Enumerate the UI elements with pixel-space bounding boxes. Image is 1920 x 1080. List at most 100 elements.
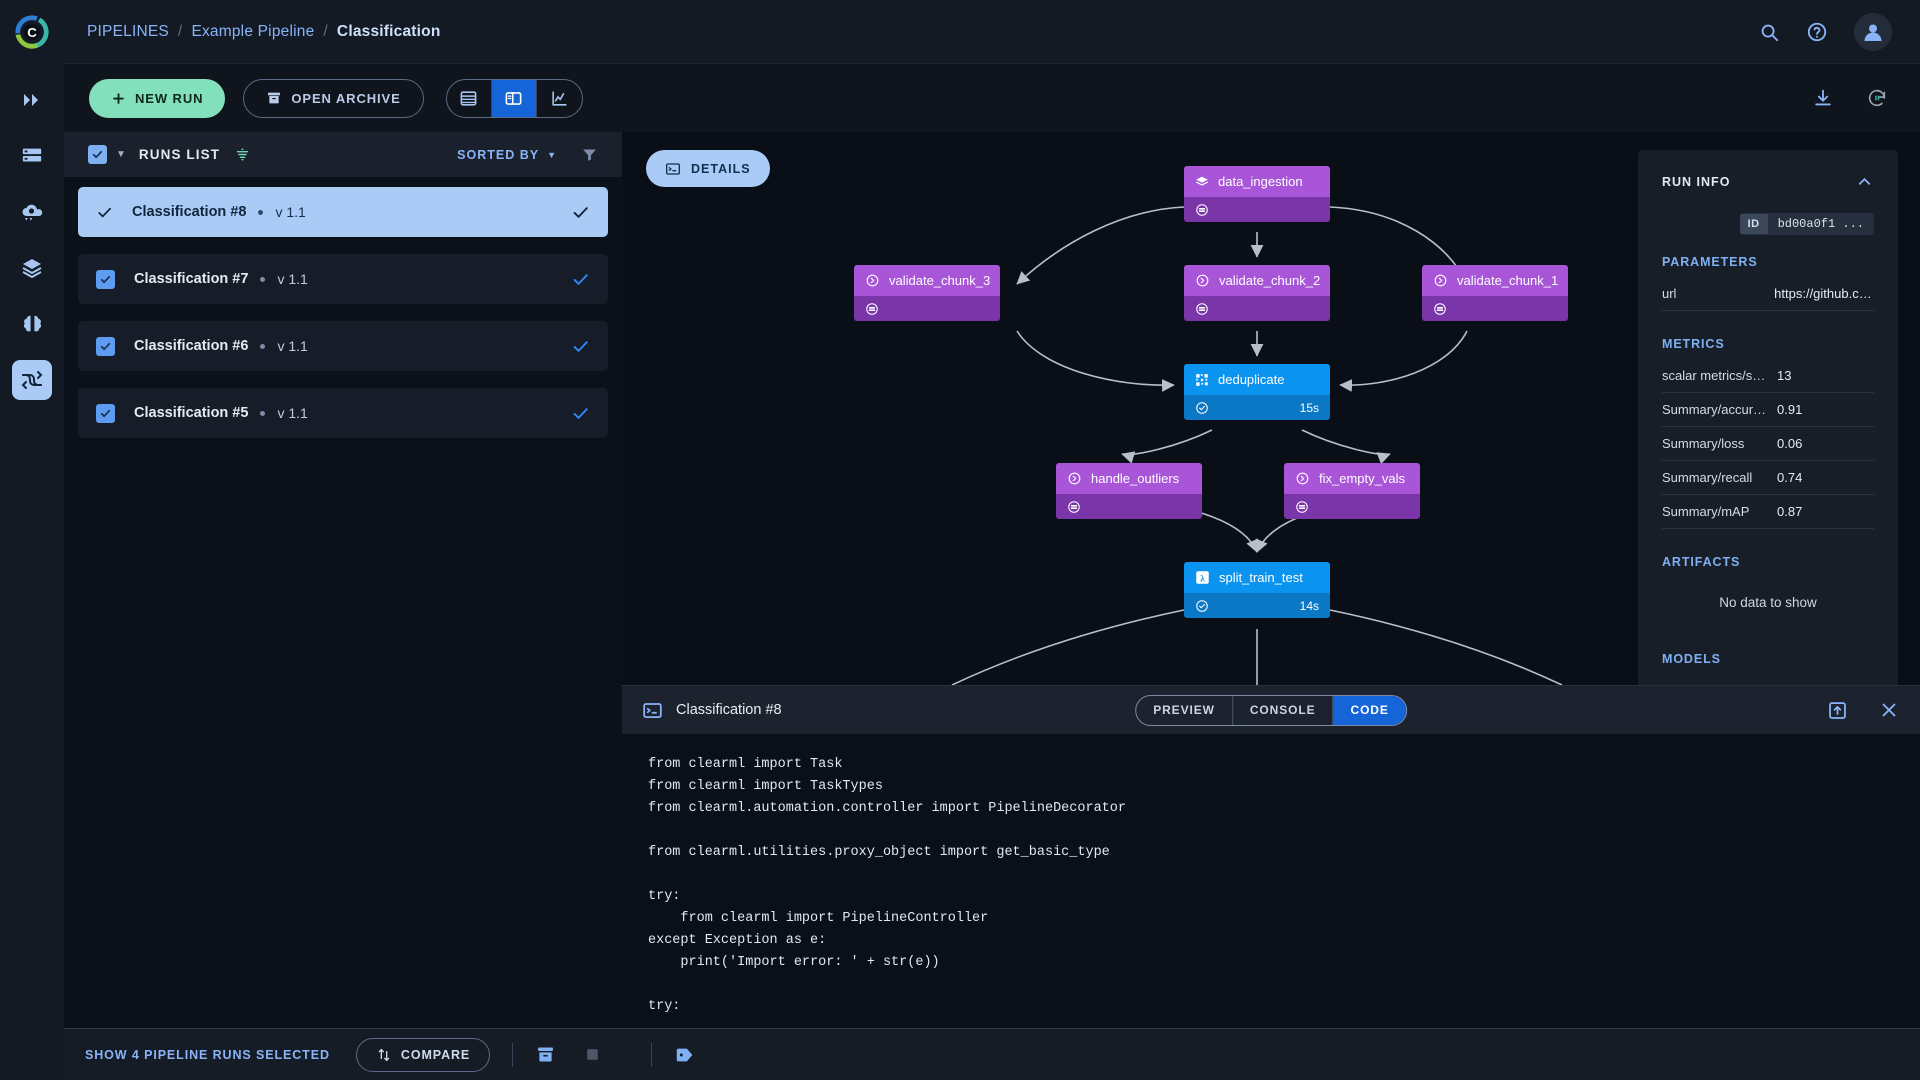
pipeline-node[interactable]: data_ingestion	[1184, 166, 1330, 222]
run-id-chip[interactable]: ID bd00a0f1 ...	[1739, 213, 1874, 235]
search-icon[interactable]	[1758, 21, 1780, 43]
abort-icon[interactable]	[582, 1044, 603, 1065]
clearml-logo[interactable]: C	[0, 0, 64, 64]
code-tab-console[interactable]: CONSOLE	[1233, 695, 1334, 725]
pipeline-node[interactable]: validate_chunk_3	[854, 265, 1000, 321]
run-separator-dot	[260, 410, 266, 416]
download-icon[interactable]	[1812, 87, 1834, 109]
run-checkbox[interactable]	[96, 336, 115, 356]
dataset-icon	[1195, 175, 1209, 189]
help-icon[interactable]	[1806, 21, 1828, 43]
auto-refresh-icon[interactable]	[1866, 87, 1888, 109]
breadcrumb-example-pipeline[interactable]: Example Pipeline	[191, 23, 314, 41]
node-footer	[1184, 296, 1330, 321]
split-view-button[interactable]	[491, 79, 537, 117]
sidebar-item-ai[interactable]	[12, 304, 52, 344]
sorted-by-label: SORTED BY	[457, 147, 540, 162]
node-status-icon	[1067, 500, 1081, 514]
code-tab-preview[interactable]: PREVIEW	[1136, 695, 1233, 725]
brain-icon	[21, 313, 44, 336]
open-archive-button[interactable]: OPEN ARCHIVE	[243, 78, 424, 118]
run-version: v 1.1	[275, 204, 306, 220]
code-content[interactable]: from clearml import Task from clearml im…	[622, 734, 1920, 1029]
selected-runs-label[interactable]: SHOW 4 PIPELINE RUNS SELECTED	[85, 1048, 330, 1062]
archive-box-icon	[266, 90, 282, 106]
details-button[interactable]: DETAILS	[646, 150, 770, 187]
code-terminal-icon	[642, 700, 663, 721]
sidebar-item-projects[interactable]	[12, 80, 52, 120]
run-status-icon	[571, 270, 590, 289]
run-checkbox[interactable]	[96, 269, 115, 289]
pipeline-node[interactable]: deduplicate 15s	[1184, 364, 1330, 420]
filter-icon[interactable]	[581, 146, 598, 163]
avatar[interactable]	[1854, 12, 1892, 51]
divider	[651, 1042, 653, 1067]
maximize-icon[interactable]	[1827, 700, 1848, 721]
node-duration: 15s	[1299, 400, 1319, 415]
chart-view-button[interactable]	[537, 80, 582, 117]
node-status-icon	[1295, 500, 1309, 514]
new-run-button[interactable]: NEW RUN	[89, 78, 226, 118]
sidebar-item-models[interactable]	[12, 248, 52, 288]
metric-value: 0.87	[1777, 504, 1803, 519]
pipeline-node[interactable]: validate_chunk_2	[1184, 265, 1330, 321]
pipeline-node[interactable]: handle_outliers	[1056, 463, 1202, 519]
pipeline-graph[interactable]: DETAILS data_ingestion validate_chunk_3 …	[622, 132, 1632, 685]
function-icon	[1067, 471, 1082, 486]
node-footer: 15s	[1184, 395, 1330, 420]
pipeline-edges	[951, 206, 1563, 685]
code-panel-actions	[1827, 699, 1900, 721]
breadcrumb-separator: /	[177, 22, 183, 40]
node-label: validate_chunk_2	[1219, 273, 1321, 288]
sidebar-item-orchestration[interactable]	[12, 192, 52, 232]
archive-icon[interactable]	[535, 1044, 556, 1065]
run-status-icon	[571, 203, 590, 222]
run-info-title: RUN INFO	[1662, 174, 1731, 189]
code-tab-code[interactable]: CODE	[1333, 695, 1406, 725]
sidebar-item-datasets[interactable]	[12, 136, 52, 176]
run-name: Classification #8	[132, 204, 247, 220]
run-list-item[interactable]: Classification #5 v 1.1	[78, 388, 608, 438]
node-status-icon	[1195, 599, 1209, 613]
runs-list-panel: ▼ RUNS LIST SORTED BY ▼ Classification #…	[64, 132, 622, 1028]
parameters-title: PARAMETERS	[1662, 255, 1758, 269]
run-list-item[interactable]: Classification #8 v 1.1	[78, 187, 608, 237]
node-header: λ split_train_test	[1184, 562, 1330, 593]
select-all-dropdown-icon[interactable]: ▼	[116, 149, 126, 160]
sorted-by-dropdown[interactable]: SORTED BY ▼	[457, 148, 557, 162]
metric-value: 0.06	[1777, 436, 1803, 451]
chevron-up-icon[interactable]	[1855, 172, 1874, 191]
run-list-item[interactable]: Classification #6 v 1.1	[78, 321, 608, 371]
node-header: data_ingestion	[1184, 166, 1330, 197]
table-view-button[interactable]	[447, 79, 492, 117]
pipeline-icon	[20, 368, 44, 392]
pipeline-node[interactable]: λ split_train_test 14s	[1184, 562, 1330, 618]
cloud-gear-icon	[20, 200, 44, 224]
run-checkbox[interactable]	[96, 204, 113, 221]
pipeline-node[interactable]: validate_chunk_1	[1422, 265, 1568, 321]
parameter-row: url https://github.co...	[1662, 277, 1874, 311]
close-icon[interactable]	[1878, 699, 1900, 721]
tag-icon[interactable]	[674, 1044, 696, 1066]
run-version: v 1.1	[277, 405, 308, 421]
compare-button[interactable]: COMPARE	[355, 1037, 491, 1072]
breadcrumb-pipelines[interactable]: PIPELINES	[87, 23, 169, 41]
runs-list-container: Classification #8 v 1.1 Classification #7 v…	[64, 177, 622, 438]
metric-key: Summary/loss	[1662, 436, 1745, 451]
new-run-label: NEW RUN	[135, 90, 204, 106]
metric-row: Summary/loss 0.06	[1662, 427, 1874, 461]
pipeline-toolbar: NEW RUN OPEN ARCHIVE	[64, 64, 1920, 132]
details-label: DETAILS	[691, 161, 751, 176]
run-version: v 1.1	[277, 338, 308, 354]
header-actions	[1758, 12, 1892, 51]
run-checkbox[interactable]	[96, 403, 115, 423]
pipeline-node[interactable]: fix_empty_vals	[1284, 463, 1420, 519]
run-list-item[interactable]: Classification #7 v 1.1	[78, 254, 608, 304]
node-header: fix_empty_vals	[1284, 463, 1420, 494]
svg-text:C: C	[27, 25, 37, 40]
breadcrumb-classification[interactable]: Classification	[337, 23, 441, 41]
column-settings-icon[interactable]	[234, 146, 251, 163]
sidebar-item-pipelines[interactable]	[12, 360, 52, 400]
select-all-checkbox[interactable]	[88, 145, 107, 164]
dedup-icon	[1195, 373, 1209, 387]
